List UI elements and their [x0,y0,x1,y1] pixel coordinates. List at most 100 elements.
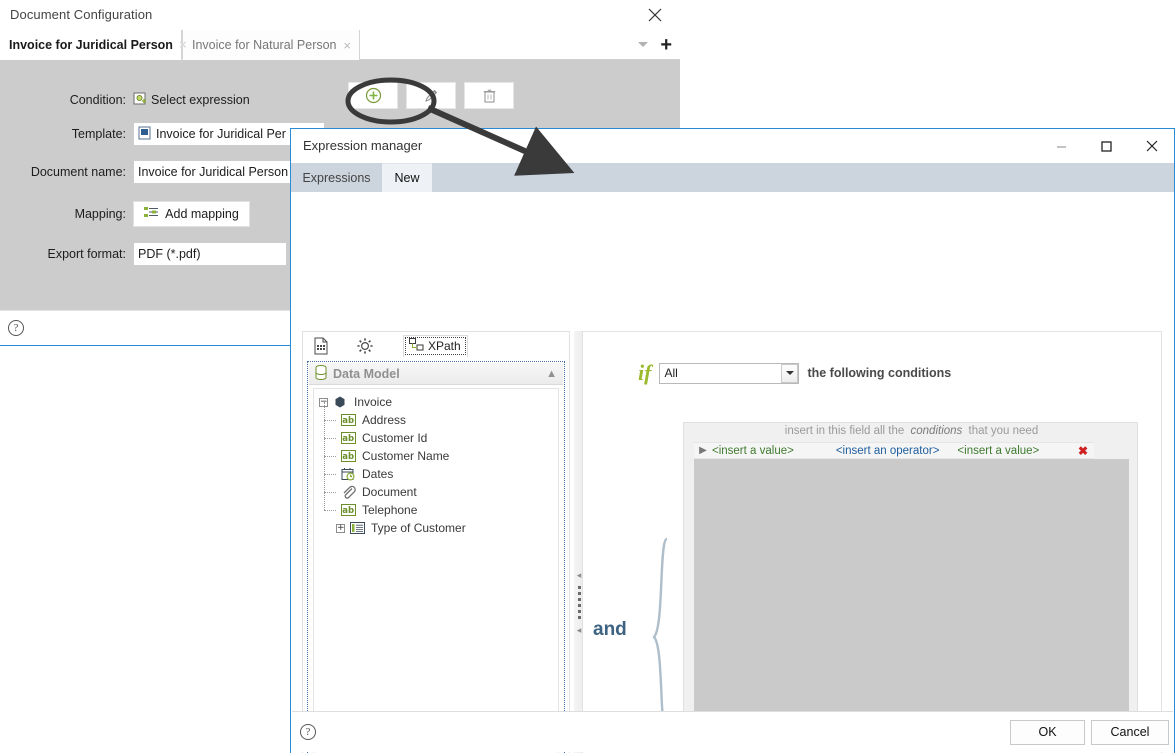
tab-invoice-natural-person[interactable]: Invoice for Natural Person × [182,30,360,60]
if-keyword: if [638,360,652,385]
help-icon[interactable]: ? [300,724,316,740]
expression-manager-window: Expression manager Expressions New XPath… [290,128,1175,753]
chevron-down-icon[interactable] [781,363,799,383]
data-model-title: Data Model [333,366,400,381]
data-model-tree-container: Data Model ▲ − Invoice ab Address ab Cus… [307,361,565,753]
tab-close-icon[interactable]: × [337,39,351,52]
close-icon[interactable] [646,6,664,24]
conditions-hint: insert in this field all the conditions … [684,425,1139,437]
tree-node-customer-id[interactable]: ab Customer Id [319,420,558,447]
template-file-icon [138,126,151,143]
expression-manager-title: Expression manager [303,138,423,153]
document-name-label: Document name: [30,165,126,179]
tab-invoice-juridical-person[interactable]: Invoice for Juridical Person × [0,30,187,60]
match-mode-value: All [664,366,678,380]
tab-xpath[interactable]: XPath [403,335,468,357]
export-format-select[interactable]: PDF (*.pdf) [133,242,287,266]
conditions-hint-emphasis: conditions [910,425,963,437]
add-mapping-label: Add mapping [165,207,239,221]
condition-value[interactable]: Select expression [133,92,250,109]
tree-node-label: Invoice [354,395,393,409]
tree-node-telephone[interactable]: ab Telephone [319,492,558,519]
document-configuration-title: Document Configuration [10,7,153,22]
data-model-header[interactable]: Data Model ▲ [309,363,563,385]
tree-node-customer-name[interactable]: ab Customer Name [319,438,558,465]
tree-node-label: Customer Id [362,431,428,445]
mapping-icon [144,206,159,222]
if-tail-text: the following conditions [807,366,952,380]
tree-node-label: Type of Customer [371,521,466,535]
svg-text:ab: ab [342,434,354,444]
tree-node-invoice[interactable]: − Invoice [319,393,558,411]
close-icon[interactable] [1129,129,1174,163]
chevron-up-icon[interactable]: ▲ [546,368,557,380]
tree-node-dates[interactable]: Dates [319,456,558,483]
add-mapping-button[interactable]: Add mapping [133,201,250,227]
template-value: Invoice for Juridical Per [156,127,286,141]
svg-text:ab: ab [342,416,354,426]
add-condition-toolbar-button[interactable] [348,82,398,109]
tree-node-label: Telephone [362,503,418,517]
document-icon[interactable] [309,335,333,357]
expression-manager-titlebar: Expression manager [291,129,1174,163]
cancel-button[interactable]: Cancel [1091,719,1169,745]
splitter-collapse-right-icon[interactable]: ◂ [577,625,582,635]
paperclip-icon [341,485,356,499]
triangle-right-icon[interactable]: ▶ [694,445,712,456]
tree-node-document[interactable]: Document [319,474,558,501]
tree-node-type-of-customer[interactable]: + Type of Customer [319,519,558,537]
group-operator-label: and [593,619,627,640]
data-model-toolbar: XPath [303,332,569,360]
ab-icon: ab [341,431,356,445]
condition-row[interactable]: ▶ <insert a value> <insert an operator> … [694,442,1094,459]
select-expression-icon [133,92,147,109]
group-operator-block: and [593,537,678,737]
svg-text:ab: ab [342,452,354,462]
ok-button[interactable]: OK [1010,719,1085,745]
delete-condition-toolbar-button[interactable] [464,82,514,109]
ab-icon: ab [341,413,356,427]
tab-label: Invoice for Natural Person [192,38,337,52]
help-icon[interactable]: ? [8,320,24,336]
tab-expressions[interactable]: Expressions [291,163,382,192]
document-configuration-titlebar: Document Configuration [0,0,680,30]
conditions-drop-zone[interactable] [694,459,1129,733]
window-controls [1039,129,1174,163]
tab-new[interactable]: New [382,163,432,192]
node-icon [333,395,348,409]
data-model-panel: XPath Data Model ▲ − Invoice ab Address … [302,331,570,753]
match-mode-select[interactable]: All [659,362,800,384]
condition-row: Condition: Select expression [0,86,680,114]
condition-value-text: Select expression [151,93,250,107]
tab-label: Invoice for Juridical Person [9,37,173,52]
document-name-value: Invoice for Juridical Person [138,165,289,179]
tree-expander[interactable]: + [336,523,345,533]
xpath-label: XPath [428,339,461,353]
splitter-grip [577,585,581,619]
conditions-area: insert in this field all the conditions … [683,422,1138,742]
edit-condition-toolbar-button[interactable] [406,82,456,109]
condition-operator[interactable]: <insert an operator> [836,445,940,457]
condition-left-value[interactable]: <insert a value> [712,445,794,457]
export-format-label: Export format: [47,247,127,261]
tab-close-icon[interactable]: × [173,38,187,51]
expression-manager-ribbon: Expressions New [291,163,1174,192]
plus-icon[interactable]: + [660,35,672,55]
remove-icon[interactable]: ✖ [1078,444,1094,458]
condition-label: Condition: [69,93,126,107]
chevron-down-icon[interactable] [638,42,648,47]
minimize-icon[interactable] [1039,129,1084,163]
gear-icon[interactable] [353,335,377,357]
group-brace-icon [652,537,669,737]
condition-right-value[interactable]: <insert a value> [957,445,1039,457]
maximize-icon[interactable] [1084,129,1129,163]
mapping-label: Mapping: [74,207,126,221]
tree-node-address[interactable]: ab Address [319,402,558,429]
xpath-icon [409,338,424,354]
tree-node-label: Dates [362,467,394,481]
expression-manager-content: XPath Data Model ▲ − Invoice ab Address … [291,192,1174,753]
splitter-collapse-left-icon[interactable]: ◂ [577,570,582,580]
tree-node-label: Customer Name [362,449,450,463]
screen-root: Document Configuration Invoice for Jurid… [0,0,1175,753]
tree-node-label: Document [362,485,417,499]
